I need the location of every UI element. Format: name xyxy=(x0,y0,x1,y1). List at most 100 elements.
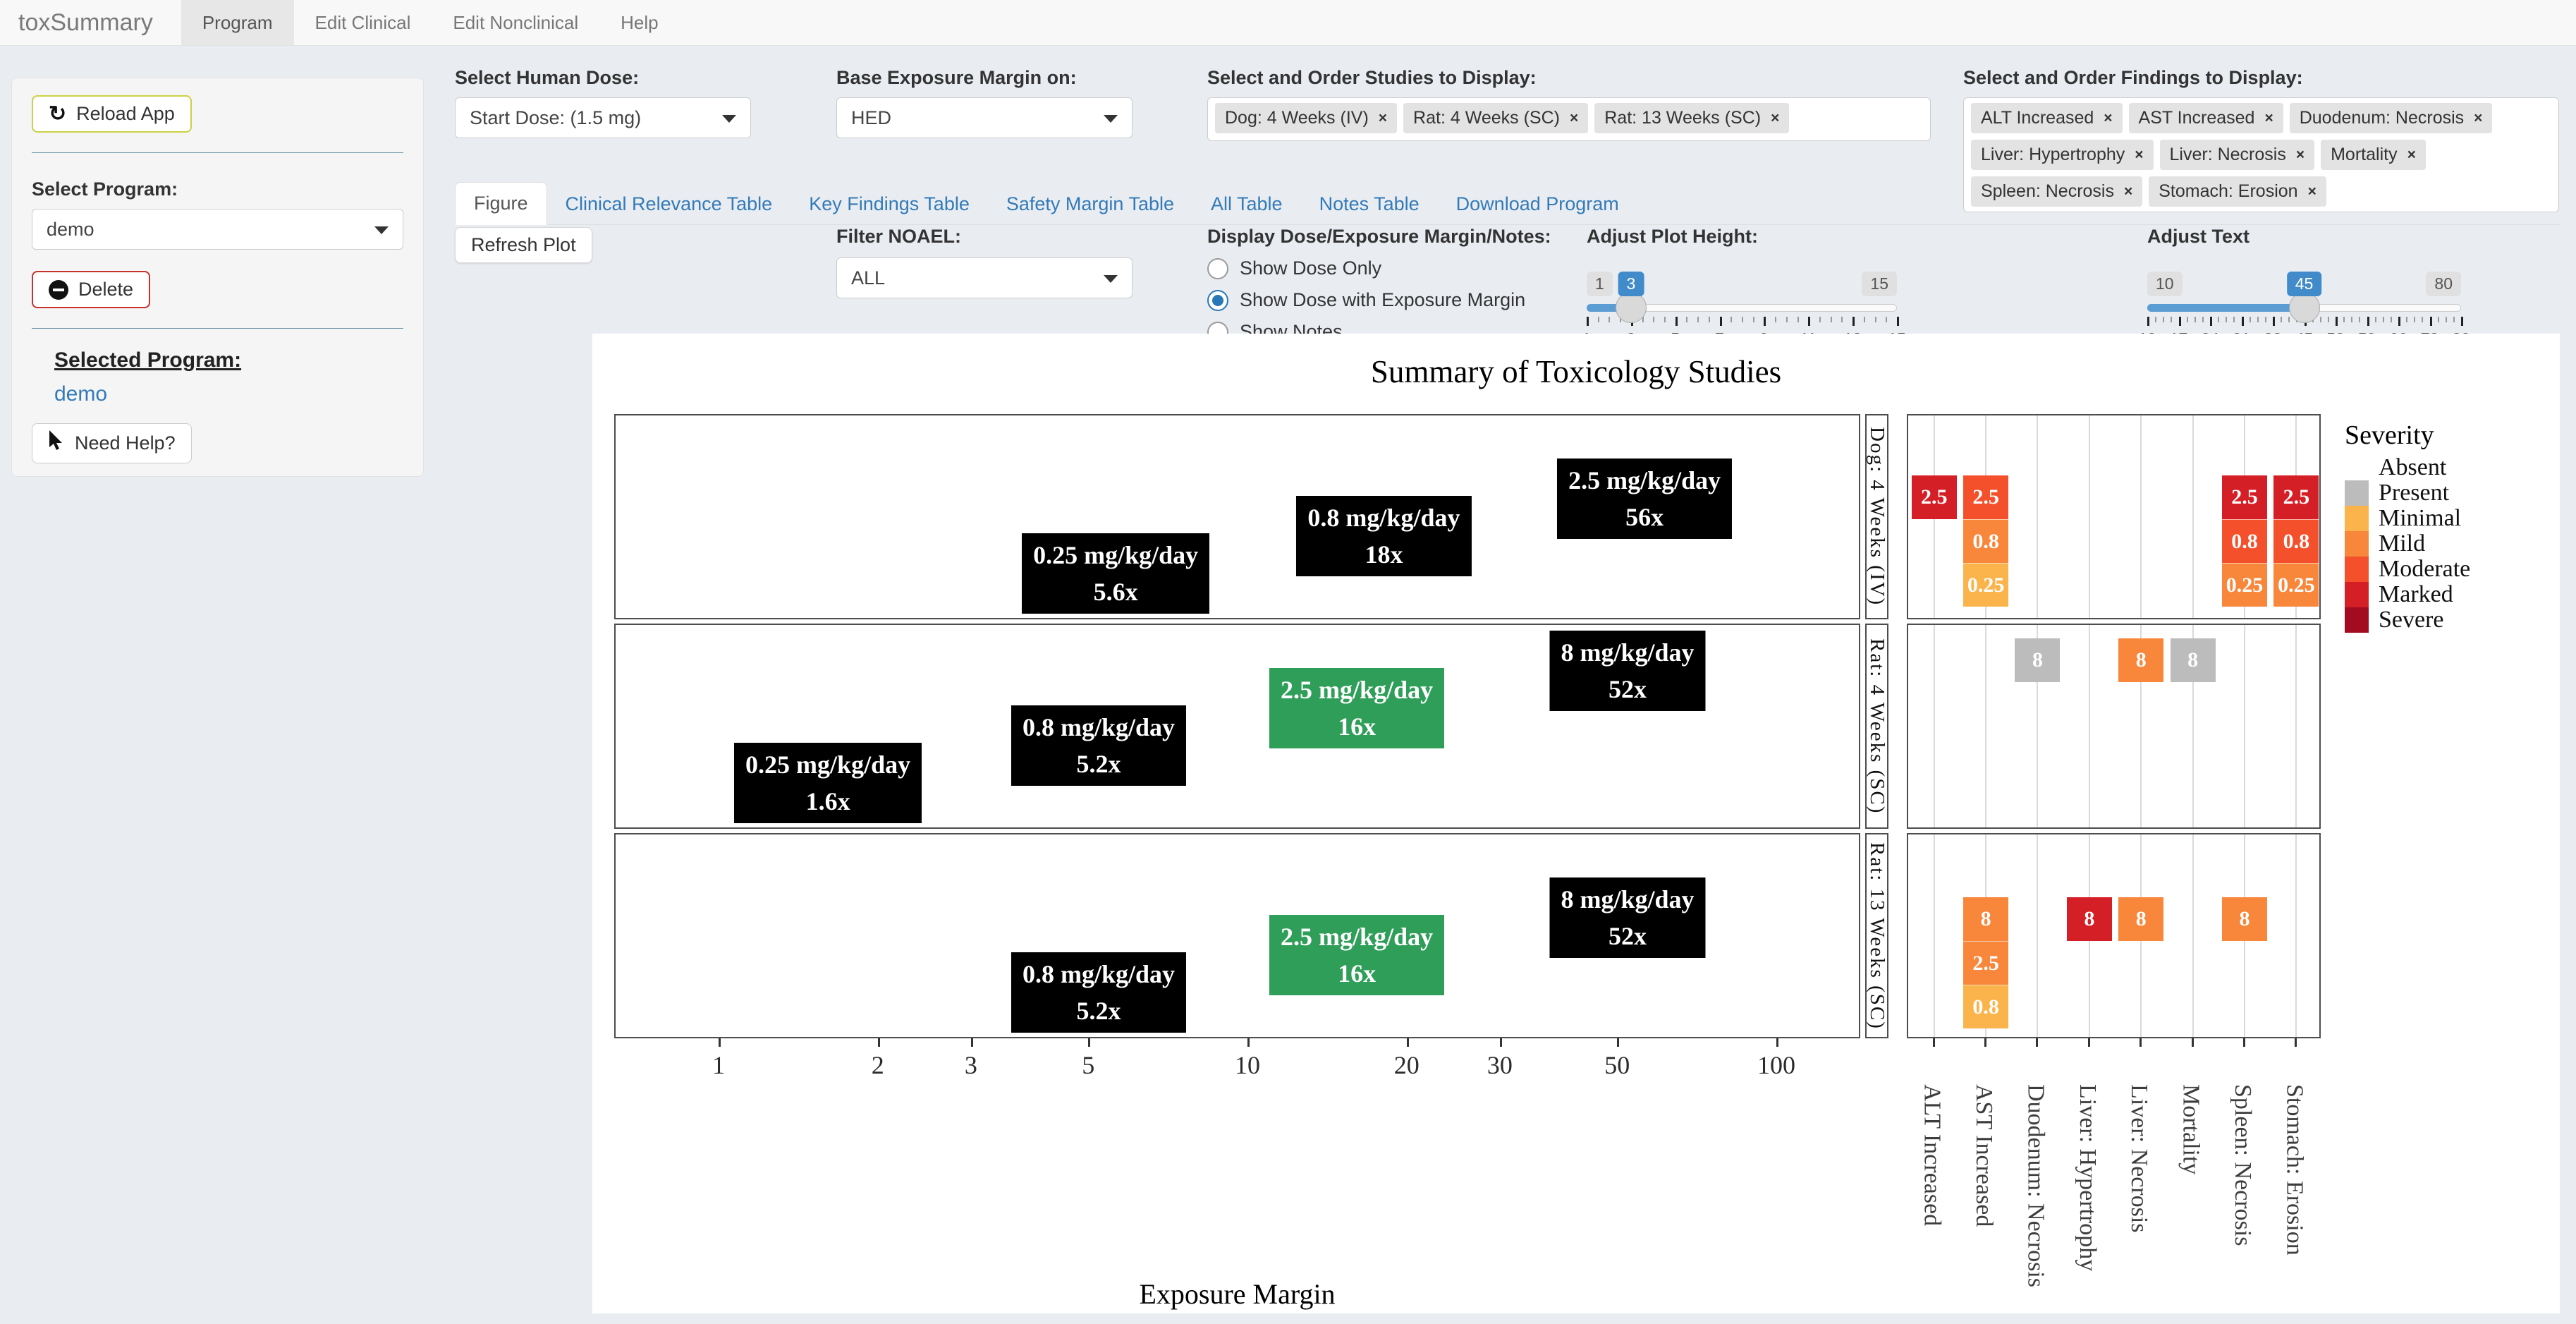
finding-tag[interactable]: Mortality× xyxy=(2321,140,2426,170)
x-axis-tick xyxy=(1088,1038,1090,1047)
finding-tag[interactable]: Duodenum: Necrosis× xyxy=(2290,103,2493,133)
remove-tag-icon[interactable]: × xyxy=(2474,110,2482,127)
gridline xyxy=(2192,834,2194,1037)
tab-clinical-relevance-table[interactable]: Clinical Relevance Table xyxy=(547,183,791,225)
navbar-item-edit-clinical[interactable]: Edit Clinical xyxy=(294,0,432,45)
gridline xyxy=(2037,415,2038,618)
facet-strip: Rat: 13 Weeks (SC) xyxy=(1865,833,1888,1038)
legend-entry-label: Mild xyxy=(2379,530,2425,557)
navbar-item-program[interactable]: Program xyxy=(181,0,294,45)
study-tag[interactable]: Rat: 4 Weeks (SC)× xyxy=(1403,103,1588,133)
radio-option[interactable]: Show Dose with Exposure Margin xyxy=(1207,289,1574,311)
radio-icon[interactable] xyxy=(1207,290,1228,311)
findings-panel: 888 xyxy=(1907,624,2321,829)
severity-cell: 0.8 xyxy=(2273,519,2319,563)
slider-tick xyxy=(2233,317,2235,322)
remove-tag-icon[interactable]: × xyxy=(2104,110,2112,127)
slider-handle[interactable] xyxy=(2289,292,2320,323)
legend-title: Severity xyxy=(2345,420,2434,451)
findings-axis-label: Duodenum: Necrosis xyxy=(2022,1084,2049,1287)
slider-tick xyxy=(2226,317,2227,322)
slider-tick xyxy=(2391,317,2392,322)
remove-tag-icon[interactable]: × xyxy=(1570,110,1578,127)
x-axis-tick-label: 100 xyxy=(1757,1050,1795,1080)
remove-tag-icon[interactable]: × xyxy=(2296,147,2305,164)
tab-all-table[interactable]: All Table xyxy=(1192,183,1301,225)
dose-box: 8 mg/kg/day52x xyxy=(1549,877,1705,958)
finding-tag[interactable]: AST Increased × xyxy=(2129,103,2283,133)
slider-tick xyxy=(1886,317,1887,322)
slider-tick xyxy=(2210,317,2212,326)
findings-axis-tick xyxy=(2192,1038,2194,1047)
dose-box-dose: 2.5 mg/kg/day xyxy=(1281,672,1433,708)
reload-app-button[interactable]: ↻ Reload App xyxy=(32,95,192,133)
dose-box-margin: 52x xyxy=(1561,671,1694,707)
tab-download-program[interactable]: Download Program xyxy=(1438,183,1637,225)
dose-box-dose: 2.5 mg/kg/day xyxy=(1281,918,1433,955)
delete-program-button[interactable]: Delete xyxy=(32,271,150,308)
slider-tick xyxy=(1653,317,1654,322)
radio-dot-fill xyxy=(1212,295,1223,306)
tab-figure[interactable]: Figure xyxy=(455,182,547,225)
findings-panel: 2.52.50.80.252.50.80.252.50.80.25 xyxy=(1907,414,2321,619)
finding-tag-label: AST Increased xyxy=(2139,108,2255,128)
need-help-button[interactable]: Need Help? xyxy=(32,423,192,463)
study-tag[interactable]: Dog: 4 Weeks (IV)× xyxy=(1215,103,1397,133)
findings-axis-label: Mortality xyxy=(2178,1084,2204,1174)
dose-box: 0.8 mg/kg/day5.2x xyxy=(1011,705,1186,786)
remove-tag-icon[interactable]: × xyxy=(2407,147,2416,164)
severity-cell: 0.8 xyxy=(1963,519,2008,563)
legend-entry-label: Moderate xyxy=(2379,556,2470,583)
severity-cell: 8 xyxy=(2171,638,2216,682)
dose-box: 0.25 mg/kg/day5.6x xyxy=(1022,533,1209,614)
findings-axis-tick xyxy=(2295,1038,2297,1047)
radio-option-label: Show Dose Only xyxy=(1240,257,1381,279)
slider-tick xyxy=(1764,317,1766,326)
slider-max-badge: 80 xyxy=(2426,272,2461,296)
gridline xyxy=(2295,625,2297,827)
slider-tick xyxy=(2383,317,2384,322)
slider-tick xyxy=(1875,317,1876,322)
reload-icon: ↻ xyxy=(49,104,66,125)
study-tag[interactable]: Rat: 13 Weeks (SC)× xyxy=(1594,103,1789,133)
navbar-item-help[interactable]: Help xyxy=(599,0,679,45)
findings-axis-label: ALT Increased xyxy=(1919,1084,1946,1226)
remove-tag-icon[interactable]: × xyxy=(1771,110,1779,127)
slider-tick xyxy=(2367,317,2369,326)
finding-tag[interactable]: Liver: Hypertrophy× xyxy=(1971,140,2154,170)
legend-entry-label: Marked xyxy=(2379,581,2453,608)
slider-tick xyxy=(1686,317,1687,322)
chevron-down-icon xyxy=(1104,275,1118,283)
radio-icon[interactable] xyxy=(1207,258,1228,279)
human-dose-select[interactable]: Start Dose: (1.5 mg) xyxy=(455,97,751,138)
studies-tag-input[interactable]: Dog: 4 Weeks (IV)×Rat: 4 Weeks (SC)×Rat:… xyxy=(1207,97,1931,141)
filter-noael-select[interactable]: ALL xyxy=(836,257,1133,298)
base-margin-value: HED xyxy=(851,107,891,129)
radio-option[interactable]: Show Dose Only xyxy=(1207,257,1574,279)
slider-min-badge: 10 xyxy=(2147,272,2183,296)
slider-handle[interactable] xyxy=(1616,292,1647,323)
tab-safety-margin-table[interactable]: Safety Margin Table xyxy=(988,183,1192,225)
remove-tag-icon[interactable]: × xyxy=(2264,110,2273,127)
tab-key-findings-table[interactable]: Key Findings Table xyxy=(790,183,988,225)
filter-noael-control: Filter NOAEL: ALL xyxy=(836,226,1133,298)
finding-tag[interactable]: ALT Increased× xyxy=(1971,103,2123,133)
slider-tick xyxy=(2414,317,2415,322)
legend-swatch xyxy=(2345,582,2369,607)
refresh-plot-button[interactable]: Refresh Plot xyxy=(455,227,592,263)
tab-notes-table[interactable]: Notes Table xyxy=(1301,183,1438,225)
finding-tag[interactable]: Liver: Necrosis× xyxy=(2160,140,2315,170)
gridline xyxy=(2244,625,2245,827)
x-axis-tick-label: 20 xyxy=(1394,1050,1420,1080)
navbar-item-edit-nonclinical[interactable]: Edit Nonclinical xyxy=(432,0,599,45)
slider-tick xyxy=(2430,317,2432,326)
remove-tag-icon[interactable]: × xyxy=(2135,147,2143,164)
slider-tick xyxy=(2281,317,2282,322)
program-select[interactable]: demo xyxy=(32,209,403,250)
x-axis-tick-label: 30 xyxy=(1487,1050,1513,1080)
radio-option-label: Show Dose with Exposure Margin xyxy=(1240,289,1525,311)
remove-tag-icon[interactable]: × xyxy=(1379,110,1387,127)
base-margin-select[interactable]: HED xyxy=(836,97,1133,138)
facet-strip: Dog: 4 Weeks (IV) xyxy=(1865,414,1888,619)
legend-entry-label: Minimal xyxy=(2379,505,2461,532)
